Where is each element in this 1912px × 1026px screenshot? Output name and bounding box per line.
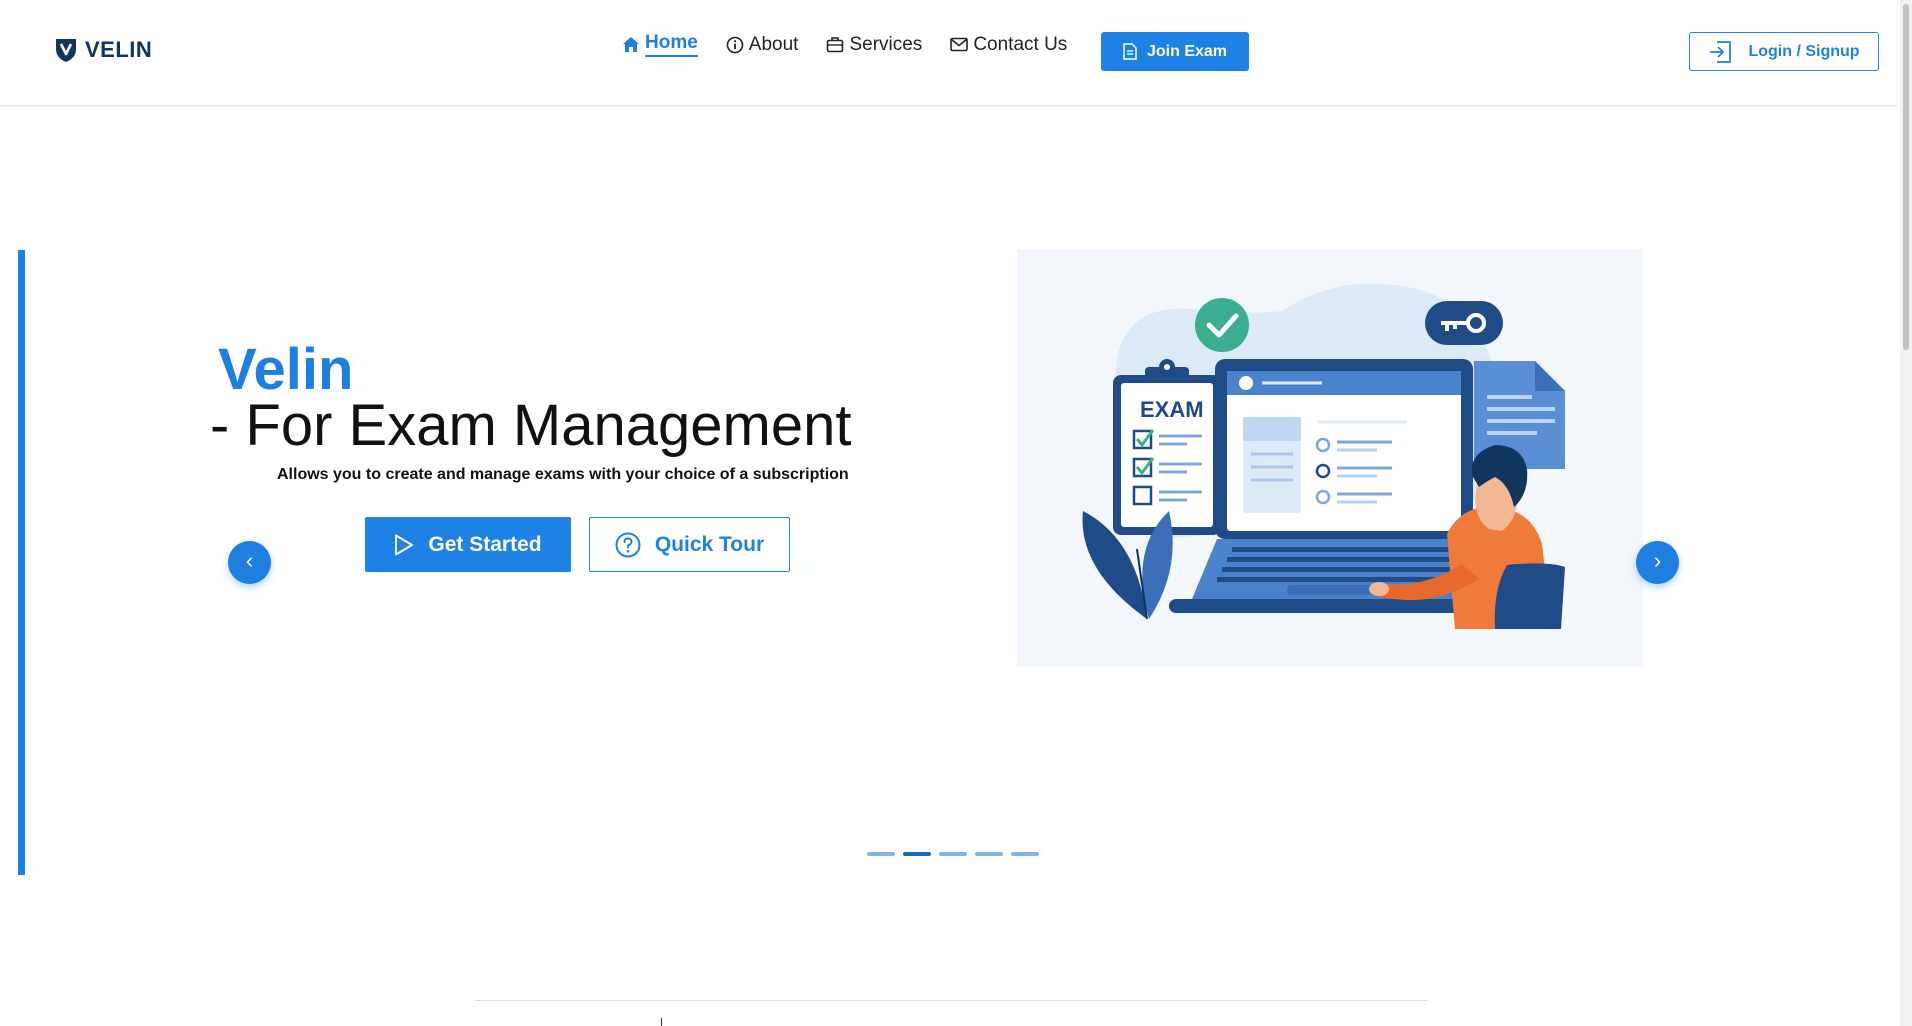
check-badge-icon	[1195, 298, 1249, 352]
get-started-button[interactable]: Get Started	[365, 517, 571, 572]
hero-subtitle: - For Exam Management	[210, 393, 852, 458]
top-navbar: VELIN Home About Services Contact Us Joi…	[0, 0, 1897, 106]
login-signup-label: Login / Signup	[1748, 42, 1860, 60]
hero-illustration: EXAM	[1017, 249, 1643, 667]
exam-label: EXAM	[1140, 397, 1204, 422]
carousel-next-button[interactable]: ›	[1636, 541, 1679, 584]
login-icon	[1710, 40, 1732, 63]
carousel-indicators	[867, 852, 1039, 856]
chevron-right-icon: ›	[1653, 548, 1662, 573]
info-icon	[726, 36, 744, 53]
nav-about-label: About	[748, 33, 799, 55]
play-icon	[395, 534, 414, 555]
nav-about[interactable]: About	[726, 33, 799, 56]
page: VELIN Home About Services Contact Us Joi…	[0, 0, 1912, 1026]
brand-name: VELIN	[85, 37, 153, 62]
section-divider	[475, 1000, 1427, 1001]
carousel-dot[interactable]	[939, 852, 967, 856]
carousel-dot[interactable]	[867, 852, 895, 856]
join-exam-button[interactable]: Join Exam	[1101, 32, 1249, 71]
nav-home[interactable]: Home	[622, 32, 698, 57]
quick-tour-label: Quick Tour	[654, 532, 765, 556]
page-scrollbar[interactable]	[1900, 0, 1912, 1026]
shield-logo-icon	[56, 39, 76, 62]
carousel-dot[interactable]	[903, 852, 931, 856]
nav-services-label: Services	[849, 33, 923, 55]
login-signup-button[interactable]: Login / Signup	[1689, 32, 1879, 71]
question-circle-icon	[615, 532, 641, 557]
join-exam-label: Join Exam	[1146, 42, 1228, 60]
exam-illustration-graphic: EXAM	[1082, 283, 1565, 629]
carousel-prev-button[interactable]: ‹	[228, 541, 271, 584]
nav-contact-label: Contact Us	[973, 33, 1068, 55]
briefcase-icon	[827, 37, 844, 53]
carousel-dot[interactable]	[1011, 852, 1039, 856]
scrollbar-thumb[interactable]	[1903, 4, 1909, 350]
home-icon	[623, 37, 639, 52]
brand-logo[interactable]: VELIN	[55, 37, 152, 63]
carousel-dot[interactable]	[975, 852, 1003, 856]
hero-accent-bar	[18, 250, 25, 875]
envelope-icon	[950, 37, 969, 52]
document-icon	[1123, 43, 1137, 60]
main-nav: Home About Services Contact Us	[622, 32, 1067, 57]
nav-contact[interactable]: Contact Us	[950, 34, 1067, 56]
nav-home-label: Home	[645, 32, 698, 57]
chevron-left-icon: ‹	[245, 548, 254, 573]
nav-services[interactable]: Services	[826, 34, 922, 56]
quick-tour-button[interactable]: Quick Tour	[589, 517, 790, 572]
hero-description: Allows you to create and manage exams wi…	[277, 466, 849, 483]
get-started-label: Get Started	[428, 532, 542, 556]
section-marker	[661, 1018, 662, 1026]
